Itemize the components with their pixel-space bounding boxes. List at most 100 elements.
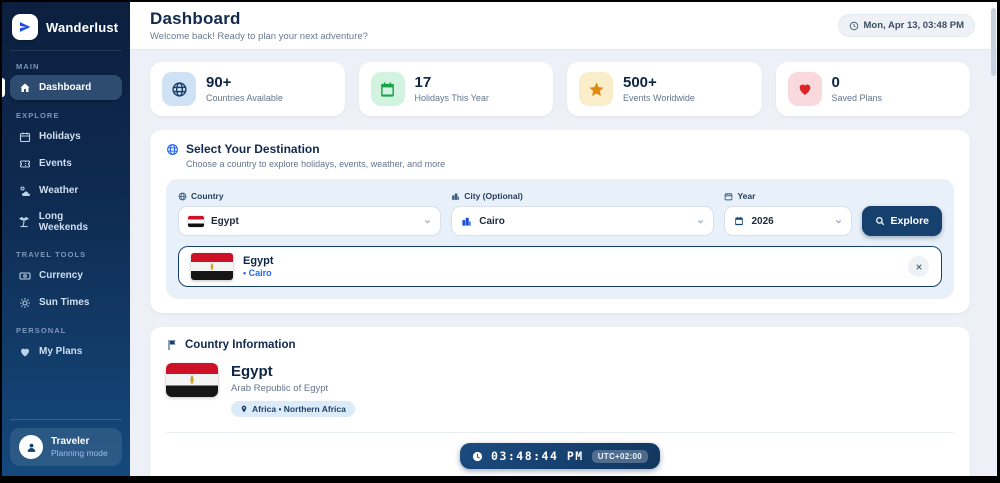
sidebar-item-label: My Plans [39, 346, 83, 357]
sidebar: Wanderlust MAIN Dashboard EXPLORE Holida… [2, 2, 130, 476]
destination-title: Select Your Destination [186, 142, 320, 156]
clock-icon [849, 21, 859, 31]
destination-card: Select Your Destination Choose a country… [150, 130, 970, 313]
destination-subtitle: Choose a country to explore holidays, ev… [186, 159, 446, 169]
region-text: Africa • Northern Africa [252, 404, 346, 414]
page-subtitle: Welcome back! Ready to plan your next ad… [150, 31, 368, 42]
country-info-header: Country Information [166, 339, 954, 351]
year-label-row: Year [724, 191, 852, 201]
eagle-emblem-icon [209, 262, 216, 271]
sidebar-item-events[interactable]: Events [10, 151, 122, 176]
destination-panel: Country Egypt City (Optional) Cairo Year… [166, 179, 954, 299]
globe-icon [166, 143, 179, 156]
sidebar-item-label: Events [39, 158, 72, 169]
stat-label: Saved Plans [831, 93, 883, 104]
country-official-name: Arab Republic of Egypt [231, 383, 329, 394]
heart-icon [18, 345, 31, 358]
city-label-row: City (Optional) [451, 191, 714, 201]
stat-card-countries: 90+ Countries Available [150, 62, 345, 116]
egypt-flag-icon [187, 214, 205, 228]
app-window: Wanderlust MAIN Dashboard EXPLORE Holida… [2, 2, 997, 476]
cloud-sun-icon [18, 184, 31, 197]
chevron-down-icon [834, 217, 843, 226]
map-pin-icon [240, 405, 248, 413]
sidebar-nav: MAIN Dashboard EXPLORE Holidays Events W… [2, 51, 122, 366]
country-info-card: Country Information Egypt Arab Republic … [150, 327, 970, 476]
clear-selection-button[interactable] [908, 256, 929, 277]
globe-icon [178, 192, 187, 201]
sidebar-item-label: Long Weekends [38, 211, 89, 233]
search-icon [875, 216, 885, 226]
content: 90+ Countries Available 17 Holidays This… [130, 50, 997, 476]
region-badge: Africa • Northern Africa [231, 401, 355, 417]
selected-country-card: Egypt • Cairo [178, 246, 942, 287]
close-icon [915, 263, 923, 271]
calendar-icon [18, 130, 31, 143]
sidebar-item-label: Weather [39, 185, 79, 196]
stat-label: Countries Available [206, 93, 283, 104]
scrollbar-thumb[interactable] [991, 8, 996, 76]
city-select[interactable]: Cairo [451, 206, 715, 236]
calendar-icon [724, 192, 733, 201]
home-icon [18, 81, 31, 94]
local-time-row: 03:48:44 PM UTC+02:00 [166, 443, 954, 469]
sidebar-item-my-plans[interactable]: My Plans [10, 339, 122, 364]
sidebar-item-label: Currency [39, 270, 83, 281]
stats-row: 90+ Countries Available 17 Holidays This… [150, 62, 970, 116]
sidebar-item-label: Dashboard [39, 82, 92, 93]
heart-icon [787, 72, 822, 106]
stat-label: Holidays This Year [414, 93, 489, 104]
year-select[interactable]: 2026 [724, 206, 853, 236]
sidebar-item-holidays[interactable]: Holidays [10, 124, 122, 149]
destination-form: Country Egypt City (Optional) Cairo Year… [178, 191, 942, 236]
sidebar-item-sun-times[interactable]: Sun Times [10, 290, 122, 315]
user-mode: Planning mode [51, 448, 108, 458]
user-icon [19, 435, 43, 459]
nav-section-travel-tools: TRAVEL TOOLS [16, 250, 87, 259]
destination-header: Select Your Destination [166, 142, 954, 156]
country-info-title: Country Information [185, 339, 296, 351]
stat-value: 17 [414, 73, 432, 91]
plane-icon [12, 14, 38, 40]
sidebar-item-long-weekends[interactable]: Long Weekends [10, 205, 122, 239]
banknote-icon [18, 269, 31, 282]
page-title: Dashboard [150, 9, 241, 28]
year-label: Year [737, 191, 756, 201]
egypt-flag [191, 253, 233, 280]
globe-icon [162, 72, 196, 106]
user-name: Traveler [51, 436, 90, 447]
stat-card-saved-plans: 0 Saved Plans [775, 62, 970, 116]
stat-card-events: 500+ Events Worldwide [567, 62, 762, 116]
egypt-flag-large [166, 363, 218, 397]
sidebar-item-currency[interactable]: Currency [10, 263, 122, 288]
country-label: Country [191, 191, 224, 201]
country-name: Egypt [231, 363, 273, 380]
calendar-check-icon [370, 72, 405, 106]
selected-country-name: Egypt [243, 255, 274, 267]
chevron-down-icon [696, 217, 705, 226]
sidebar-footer: Traveler Planning mode [10, 419, 122, 466]
explore-button[interactable]: Explore [862, 206, 942, 236]
stat-value: 90+ [206, 73, 232, 91]
sidebar-item-weather[interactable]: Weather [10, 178, 122, 203]
country-value: Egypt [211, 215, 239, 227]
stat-value: 0 [831, 73, 840, 91]
sidebar-item-dashboard[interactable]: Dashboard [2, 75, 122, 100]
ticket-icon [18, 157, 31, 170]
stat-label: Events Worldwide [623, 93, 695, 104]
nav-section-main: MAIN [16, 62, 40, 71]
user-card[interactable]: Traveler Planning mode [10, 428, 122, 466]
city-value: Cairo [479, 215, 505, 227]
page-header: Dashboard Welcome back! Ready to plan yo… [130, 2, 997, 50]
datetime-text: Mon, Apr 13, 03:48 PM [863, 20, 964, 31]
local-time-text: 03:48:44 PM [491, 449, 584, 463]
utc-offset-badge: UTC+02:00 [591, 449, 648, 463]
nav-section-explore: EXPLORE [16, 111, 60, 120]
nav-section-personal: PERSONAL [16, 326, 67, 335]
main-area: Dashboard Welcome back! Ready to plan yo… [130, 2, 997, 476]
city-label: City (Optional) [464, 191, 523, 201]
calendar-icon [734, 216, 744, 226]
local-time-pill: 03:48:44 PM UTC+02:00 [460, 443, 660, 469]
eagle-emblem-icon [188, 375, 197, 385]
country-select[interactable]: Egypt [178, 206, 442, 236]
